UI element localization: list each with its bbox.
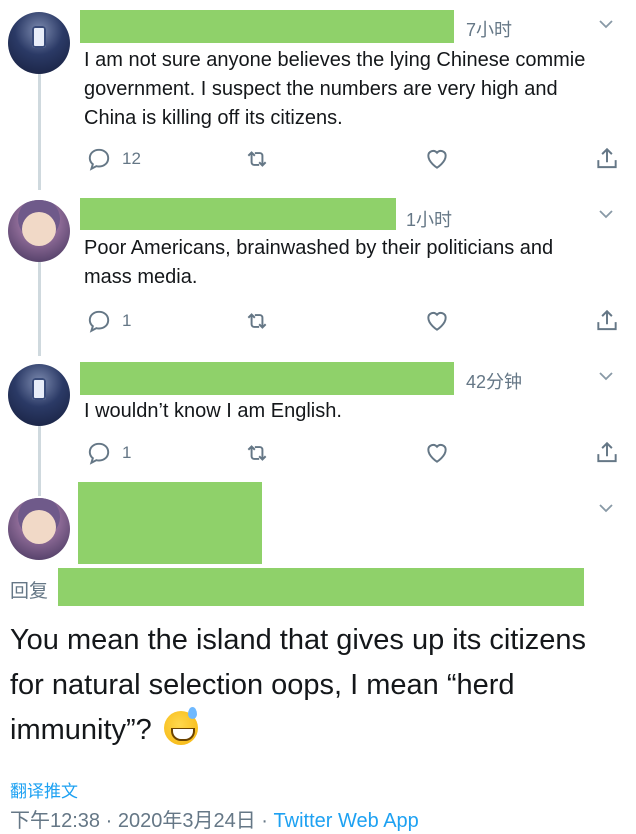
redacted-username xyxy=(80,362,454,395)
like-button[interactable] xyxy=(424,144,450,174)
thread-line xyxy=(38,262,41,356)
tweet-text: I wouldn’t know I am English. xyxy=(84,400,342,422)
redacted-username xyxy=(78,482,262,564)
tweet-meta: 下午12:38 · 2020年3月24日 · Twitter Web App xyxy=(10,804,419,833)
redacted-mentions[interactable] xyxy=(58,568,584,606)
redacted-username xyxy=(80,198,396,230)
share-button[interactable] xyxy=(594,144,620,174)
avatar[interactable] xyxy=(8,498,70,560)
like-icon xyxy=(427,443,447,463)
reply-button[interactable]: 1 xyxy=(86,438,131,468)
like-icon xyxy=(427,311,447,331)
tweet-text: Poor Americans, brainwashed by their pol… xyxy=(84,237,554,288)
timestamp: 1小时 xyxy=(406,210,453,230)
avatar[interactable] xyxy=(8,12,70,74)
timestamp: 7小时 xyxy=(466,20,513,40)
reply-button[interactable]: 1 xyxy=(86,306,131,336)
tweet-time[interactable]: 下午12:38 xyxy=(10,810,100,832)
retweet-button[interactable] xyxy=(244,438,270,468)
share-icon xyxy=(597,147,617,169)
sweat-smile-emoji xyxy=(163,707,198,745)
reply-button[interactable]: 12 xyxy=(86,144,141,174)
retweet-button[interactable] xyxy=(244,144,270,174)
like-button[interactable] xyxy=(424,438,450,468)
retweet-button[interactable] xyxy=(244,306,270,336)
like-button[interactable] xyxy=(424,306,450,336)
thread-line xyxy=(38,426,41,496)
tweet-date[interactable]: 2020年3月24日 xyxy=(118,810,256,832)
like-icon xyxy=(427,149,447,169)
tweet-actions: 1 xyxy=(84,438,624,468)
retweet-icon xyxy=(247,151,267,167)
separator: · xyxy=(105,810,113,832)
source-app-link[interactable]: Twitter Web App xyxy=(274,810,419,832)
tweet-text: You mean the island that gives up its ci… xyxy=(10,624,587,746)
avatar[interactable] xyxy=(8,364,70,426)
avatar[interactable] xyxy=(8,200,70,262)
share-button[interactable] xyxy=(594,306,620,336)
redacted-username xyxy=(80,10,454,43)
share-icon xyxy=(597,309,617,331)
chevron-down-icon[interactable] xyxy=(598,206,614,222)
reply-count: 12 xyxy=(122,149,141,168)
share-button[interactable] xyxy=(594,438,620,468)
chevron-down-icon[interactable] xyxy=(598,16,614,32)
reply-label: 回复 xyxy=(10,581,49,602)
translate-tweet-link[interactable]: 翻译推文 xyxy=(10,777,78,802)
reply-icon xyxy=(88,148,110,171)
retweet-icon xyxy=(247,313,267,329)
timestamp: 42分钟 xyxy=(466,372,523,392)
reply-icon xyxy=(88,310,110,333)
chevron-down-icon[interactable] xyxy=(598,500,614,516)
reply-count: 1 xyxy=(122,443,132,462)
share-icon xyxy=(597,441,617,463)
thread-line xyxy=(38,72,41,190)
reply-icon xyxy=(88,442,110,465)
tweet-actions: 1 xyxy=(84,306,624,336)
reply-count: 1 xyxy=(122,311,132,330)
chevron-down-icon[interactable] xyxy=(598,368,614,384)
tweet-text: I am not sure anyone believes the lying … xyxy=(84,49,586,129)
replying-to: 回复 xyxy=(8,568,608,606)
tweet-actions: 12 xyxy=(84,144,624,174)
separator: · xyxy=(261,810,268,832)
retweet-icon xyxy=(247,445,267,461)
